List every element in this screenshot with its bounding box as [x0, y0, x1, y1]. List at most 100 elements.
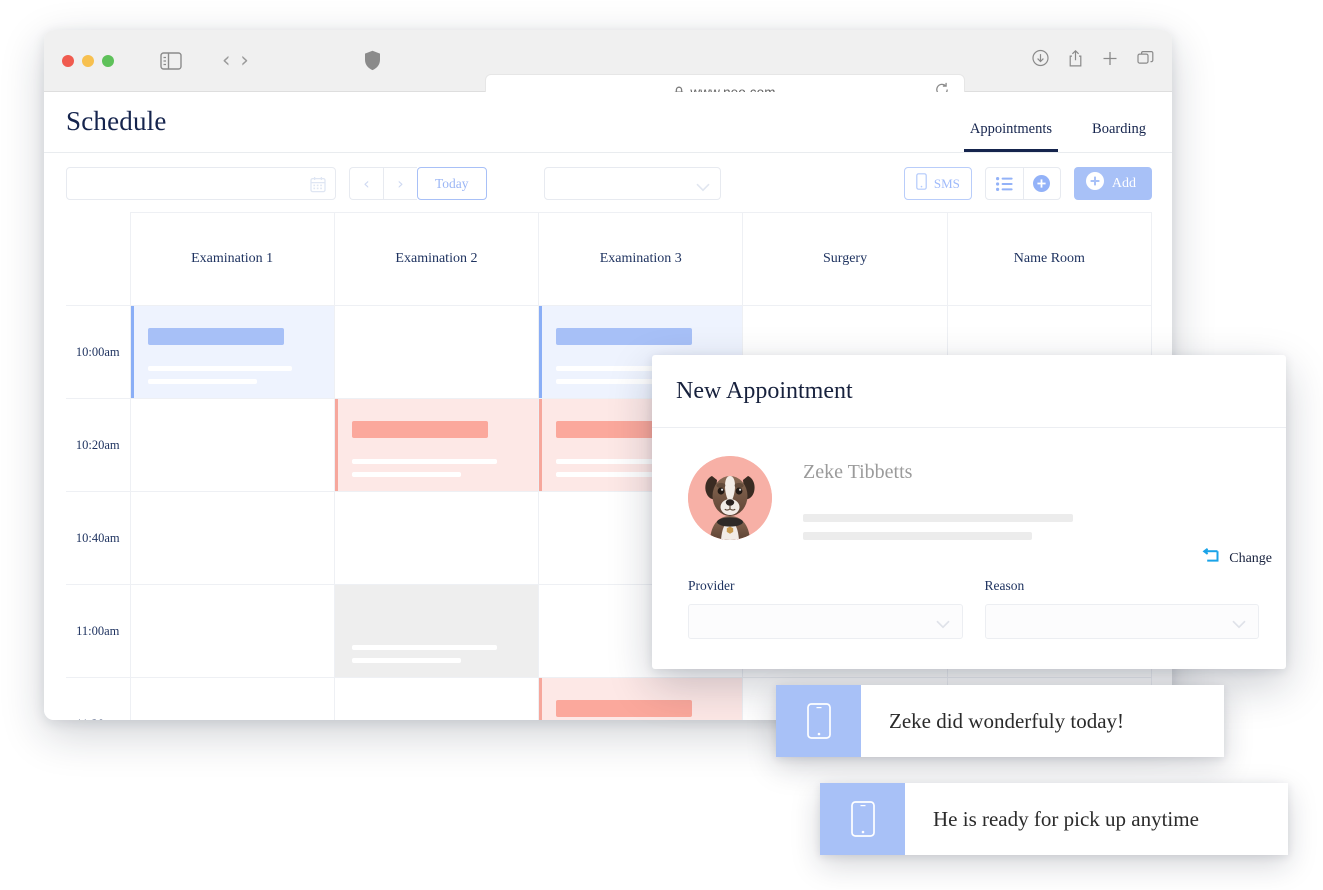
download-icon[interactable] [1032, 49, 1049, 72]
slot-exam1-1120am[interactable] [129, 677, 335, 720]
appointment-title-placeholder [556, 700, 693, 717]
calendar-header-row: Examination 1 Examination 2 Examination … [66, 212, 1153, 306]
modal-body: Zeke Tibbetts Change Provider Reason [652, 428, 1286, 639]
prev-day-button[interactable]: ‹ [349, 167, 383, 200]
column-header-examination-3: Examination 3 [538, 212, 744, 306]
close-window-button[interactable] [62, 54, 74, 67]
chevron-down-icon [696, 179, 710, 197]
time-label-1020am: 10:20am [66, 398, 131, 492]
appointment-line [351, 459, 497, 464]
view-toggle-group [984, 167, 1061, 200]
swap-arrow-icon [1201, 548, 1219, 569]
slot-exam2-1000am[interactable] [333, 305, 540, 399]
next-day-button[interactable]: › [383, 167, 417, 200]
appointment-title-placeholder [147, 328, 284, 345]
pet-name: Zeke Tibbetts [803, 461, 913, 483]
column-header-time [66, 212, 131, 306]
change-label: Change [1229, 550, 1272, 566]
field-provider: Provider [688, 578, 963, 639]
provider-label: Provider [688, 578, 735, 593]
appointment-line [556, 472, 666, 477]
appointment-block[interactable] [334, 399, 539, 491]
phone-icon [820, 783, 905, 855]
appointment-line [556, 379, 666, 384]
today-button[interactable]: Today [417, 167, 487, 200]
dog-avatar-illustration [688, 456, 772, 540]
slot-exam1-1020am[interactable] [129, 398, 335, 492]
slot-exam1-1000am[interactable] [129, 305, 335, 399]
date-nav-group: ‹ › Today [349, 167, 487, 200]
new-appointment-modal: New Appointment Zeke Tibbetts Change Pro… [652, 355, 1286, 669]
appointment-title-placeholder [352, 607, 520, 624]
app-header: Schedule Appointments Boarding [44, 92, 1172, 153]
date-input[interactable] [66, 167, 336, 200]
time-label-1040am: 10:40am [66, 491, 131, 585]
column-header-examination-2: Examination 2 [333, 212, 540, 306]
reason-label: Reason [984, 578, 1025, 593]
add-button[interactable]: Add [1073, 167, 1152, 200]
back-button[interactable]: ‹ [222, 50, 230, 71]
slot-exam3-1120am[interactable] [538, 677, 744, 720]
pet-summary-row: Zeke Tibbetts Change [688, 456, 1272, 566]
change-pet-button[interactable]: Change [1201, 548, 1272, 569]
window-controls[interactable] [62, 54, 114, 67]
slot-exam1-1040am[interactable] [129, 491, 335, 585]
column-header-name-room: Name Room [946, 212, 1153, 306]
screenshot-stage: ‹ › www.neo.com [0, 0, 1323, 890]
nav-arrows[interactable]: ‹ › [222, 50, 249, 71]
appointment-line [351, 472, 462, 477]
pet-info: Zeke Tibbetts [803, 456, 1259, 540]
chevron-down-icon [935, 616, 950, 634]
pet-detail-placeholder [803, 514, 1073, 522]
tab-appointments[interactable]: Appointments [963, 121, 1059, 152]
sms-button-label: SMS [933, 175, 960, 191]
plus-circle-icon[interactable] [1022, 168, 1060, 199]
appointment-fields: Provider Reason [688, 578, 1259, 639]
time-label-1100am: 11:00am [66, 584, 131, 678]
slot-exam1-1100am[interactable] [129, 584, 335, 678]
appointment-block[interactable] [130, 306, 334, 398]
avatar [688, 456, 772, 540]
appointment-block[interactable] [539, 678, 743, 720]
tab-bar: Appointments Boarding [963, 121, 1152, 152]
minimize-window-button[interactable] [82, 54, 94, 67]
provider-select[interactable] [688, 604, 963, 639]
filter-select[interactable] [544, 167, 721, 200]
toolbar-actions: SMS Add [903, 167, 1152, 200]
shield-icon[interactable] [364, 50, 381, 71]
sms-toast[interactable]: Zeke did wonderfuly today! [776, 685, 1224, 757]
new-tab-icon[interactable] [1102, 50, 1118, 71]
slot-exam2-1100am[interactable] [333, 584, 540, 678]
phone-icon [916, 173, 927, 194]
plus-circle-icon [1085, 172, 1104, 195]
time-label-1000am: 10:00am [66, 305, 131, 399]
appointment-block[interactable] [334, 585, 539, 677]
sidebar-toggle-icon[interactable] [160, 51, 182, 70]
chrome-right-icons [1032, 49, 1154, 72]
maximize-window-button[interactable] [102, 54, 114, 67]
list-view-icon[interactable] [986, 168, 1023, 199]
appointment-title-placeholder [556, 328, 693, 345]
browser-chrome: ‹ › www.neo.com [44, 30, 1172, 110]
tab-boarding[interactable]: Boarding [1086, 121, 1152, 152]
calendar-icon [310, 176, 326, 198]
share-icon[interactable] [1068, 49, 1083, 72]
tab-overview-icon[interactable] [1137, 50, 1154, 71]
page-title: Schedule [66, 106, 167, 136]
reason-select[interactable] [984, 604, 1259, 639]
forward-button[interactable]: › [240, 50, 248, 71]
schedule-toolbar: ‹ › Today SMS Add [44, 153, 1172, 212]
sms-button[interactable]: SMS [903, 167, 972, 200]
slot-exam2-1040am[interactable] [333, 491, 540, 585]
appointment-title-placeholder [351, 421, 489, 438]
slot-exam2-1120am[interactable] [333, 677, 540, 720]
sms-toast-message: He is ready for pick up anytime [933, 806, 1199, 831]
sms-toast[interactable]: He is ready for pick up anytime [820, 783, 1288, 855]
appointment-line [147, 379, 257, 384]
column-header-surgery: Surgery [742, 212, 948, 306]
chevron-down-icon [1232, 616, 1246, 634]
phone-icon [776, 685, 861, 757]
slot-exam2-1020am[interactable] [333, 398, 540, 492]
modal-header: New Appointment [652, 355, 1286, 428]
field-reason: Reason [984, 578, 1259, 639]
